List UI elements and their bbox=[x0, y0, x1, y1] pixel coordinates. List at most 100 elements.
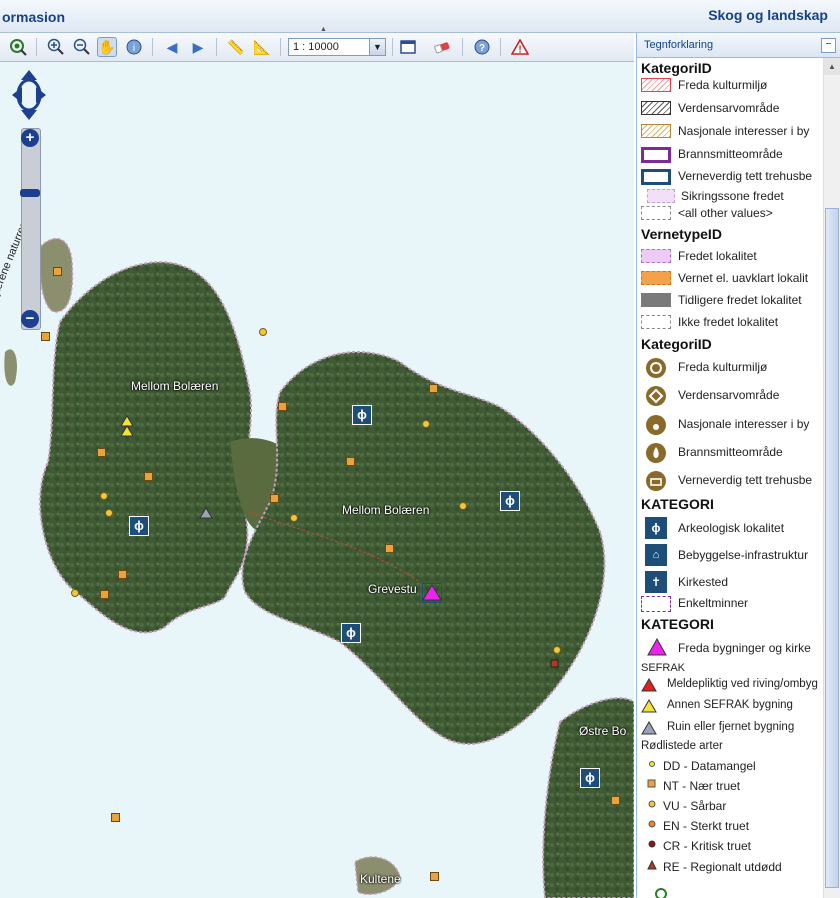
eraser-icon[interactable] bbox=[432, 37, 452, 57]
cr-marker[interactable] bbox=[550, 659, 559, 668]
archaeology-marker[interactable]: ɸ bbox=[500, 491, 520, 511]
church-icon: ✝ bbox=[645, 571, 667, 593]
site-title: Skog og landskap bbox=[708, 7, 828, 23]
scale-value: 1 : 10000 bbox=[293, 41, 339, 53]
nt-marker[interactable] bbox=[611, 796, 620, 805]
map-label-ostre: Østre Bo bbox=[579, 724, 627, 738]
verdensarv-icon bbox=[646, 386, 666, 406]
info-icon[interactable]: i bbox=[124, 37, 144, 57]
archaeology-icon: ɸ bbox=[645, 517, 667, 539]
vu-marker[interactable] bbox=[100, 492, 108, 500]
nt-marker[interactable] bbox=[270, 494, 279, 503]
collapse-arrow-icon[interactable]: ▲ bbox=[320, 26, 327, 33]
title-bar: ormasion ▲ Skog og landskap bbox=[0, 0, 840, 33]
island-central bbox=[241, 351, 606, 745]
vu-marker[interactable] bbox=[71, 589, 79, 597]
infrastructure-icon: ⌂ bbox=[645, 544, 667, 566]
archaeology-marker[interactable] bbox=[422, 583, 442, 603]
zoom-out-button[interactable]: − bbox=[21, 310, 39, 328]
pan-navigator[interactable] bbox=[10, 68, 48, 122]
islet-west bbox=[4, 349, 17, 386]
vu-marker[interactable] bbox=[553, 646, 561, 654]
freda-bygning-icon bbox=[647, 638, 667, 656]
next-extent-icon[interactable]: ▶ bbox=[188, 37, 208, 57]
nt-marker[interactable] bbox=[97, 448, 106, 457]
vu-marker[interactable] bbox=[422, 420, 430, 428]
nt-marker[interactable] bbox=[278, 402, 287, 411]
pan-hand-icon[interactable]: ✋ bbox=[97, 37, 117, 57]
archaeology-marker[interactable]: ɸ bbox=[580, 768, 600, 788]
vu-marker[interactable] bbox=[105, 509, 113, 517]
grey-triangle-icon bbox=[641, 721, 657, 735]
fire-icon bbox=[646, 443, 666, 463]
scale-select[interactable]: 1 : 10000 ▼ bbox=[288, 38, 386, 56]
svg-text:!: ! bbox=[518, 45, 521, 56]
vu-dot-icon bbox=[648, 800, 656, 808]
map-label-mellom-bolaeren: Mellom Bolæren bbox=[131, 379, 219, 393]
legend-group-title: KategoriID bbox=[641, 336, 712, 352]
red-triangle-icon bbox=[641, 678, 657, 692]
scrollbar-thumb[interactable] bbox=[825, 208, 839, 888]
nt-marker[interactable] bbox=[346, 457, 355, 466]
archaeology-marker[interactable]: ɸ bbox=[352, 405, 372, 425]
archaeology-marker[interactable]: ɸ bbox=[129, 516, 149, 536]
vu-marker[interactable] bbox=[259, 328, 267, 336]
legend-group-title: SEFRAK bbox=[641, 662, 686, 674]
zoom-in-icon[interactable] bbox=[46, 37, 66, 57]
map-toolbar: ✋ i ◀ ▶ 📏 📐 1 : 10000 ▼ ? ! bbox=[0, 33, 634, 62]
legend-scrollbar[interactable]: ▲ bbox=[823, 58, 840, 898]
cr-dot-icon bbox=[648, 840, 656, 848]
warning-icon[interactable]: ! bbox=[510, 37, 530, 57]
nt-marker[interactable] bbox=[144, 472, 153, 481]
nt-marker[interactable] bbox=[100, 590, 109, 599]
map-label-grevestu: Grevestu bbox=[368, 582, 417, 596]
vu-marker[interactable] bbox=[290, 514, 298, 522]
house-icon bbox=[646, 471, 666, 491]
zoom-in-button[interactable]: + bbox=[21, 129, 39, 147]
zoom-extent-icon[interactable] bbox=[8, 37, 28, 57]
legend-group-title: KATEGORI bbox=[641, 616, 714, 632]
vu-marker[interactable] bbox=[459, 502, 467, 510]
legend-group-title: Rødlistede arter bbox=[641, 740, 723, 752]
archaeology-marker[interactable]: ɸ bbox=[341, 623, 361, 643]
nt-square-icon bbox=[647, 779, 656, 788]
map-label-kultene: Kultene bbox=[360, 872, 401, 886]
nasjonale-interesser-icon bbox=[646, 415, 666, 435]
collapse-icon[interactable]: − bbox=[821, 38, 836, 53]
nt-marker[interactable] bbox=[53, 267, 62, 276]
nt-marker[interactable] bbox=[41, 332, 50, 341]
app-title: ormasion bbox=[2, 9, 66, 25]
zoom-slider-thumb[interactable] bbox=[20, 189, 40, 197]
dd-dot-icon bbox=[649, 761, 655, 767]
en-dot-icon bbox=[648, 820, 656, 828]
svg-text:?: ? bbox=[479, 43, 485, 54]
legend-group-title: VernetypeID bbox=[641, 226, 722, 242]
map-canvas[interactable]: ɸ ɸ ɸ ɸ ɸ Mellom Bolæren Mellom Bolæren … bbox=[0, 62, 634, 898]
yellow-triangle-icon bbox=[641, 699, 657, 713]
chevron-down-icon[interactable]: ▼ bbox=[369, 39, 385, 55]
zoom-slider[interactable]: + − bbox=[20, 128, 41, 330]
help-icon[interactable]: ? bbox=[472, 37, 492, 57]
zoom-out-icon[interactable] bbox=[72, 37, 92, 57]
legend-panel: Tegnforklaring − KategoriID Freda kultur… bbox=[636, 33, 840, 898]
measure-area-icon[interactable]: 📐 bbox=[252, 37, 272, 57]
map-label-mellom-bolaeren: Mellom Bolæren bbox=[342, 503, 430, 517]
legend-header: Tegnforklaring − bbox=[637, 33, 840, 58]
map-terrain bbox=[4, 237, 634, 898]
nt-marker[interactable] bbox=[118, 570, 127, 579]
nt-marker[interactable] bbox=[385, 544, 394, 553]
nt-marker[interactable] bbox=[429, 384, 438, 393]
scroll-up-icon[interactable]: ▲ bbox=[824, 58, 840, 75]
legend-body: KategoriID Freda kulturmiljø Verdensarvo… bbox=[637, 58, 823, 898]
nt-marker[interactable] bbox=[111, 813, 120, 822]
legend-group-title: KATEGORI bbox=[641, 496, 714, 512]
previous-extent-icon[interactable]: ◀ bbox=[162, 37, 182, 57]
island-west bbox=[39, 261, 253, 634]
freda-kulturmiljo-icon bbox=[646, 358, 666, 378]
svg-text:i: i bbox=[133, 43, 135, 54]
measure-distance-icon[interactable]: 📏 bbox=[226, 37, 246, 57]
window-icon[interactable] bbox=[398, 37, 418, 57]
legend-group-title: KategoriID bbox=[641, 60, 712, 76]
re-triangle-icon bbox=[647, 860, 657, 870]
nt-marker[interactable] bbox=[430, 872, 439, 881]
